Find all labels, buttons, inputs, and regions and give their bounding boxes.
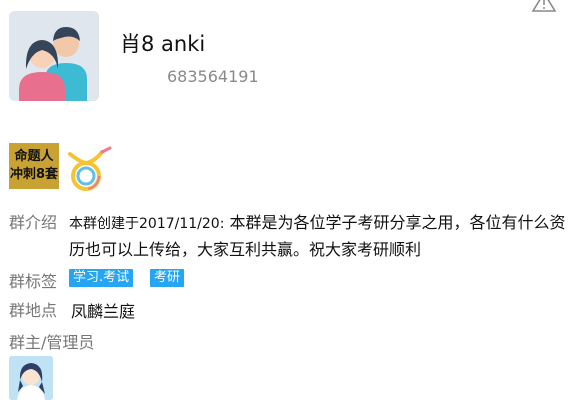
tag-study-exam[interactable]: 学习.考试 [69,269,134,287]
group-album-thumbnail[interactable]: 命题人 冲刺8套 [9,143,59,189]
group-intro-text: 本群创建于2017/11/20: 本群是为各位学子考研分享之用，各位有什么资历也… [69,210,581,263]
album-title-line2: 冲刺8套 [9,167,59,182]
ribbon-sticker-icon[interactable] [64,142,114,192]
admins-label: 群主/管理员 [9,333,95,352]
location-value: 凤麟兰庭 [71,302,136,321]
tag-kaoyan[interactable]: 考研 [150,269,185,287]
group-avatar [9,11,99,101]
warning-icon[interactable] [532,0,556,12]
location-label: 群地点 [9,301,58,320]
anime-avatar-icon [9,356,53,400]
group-people-icon [9,11,99,101]
group-name: 肖8 anki [120,32,206,56]
album-title-line1: 命题人 [14,149,54,164]
admin-avatar[interactable] [9,356,53,400]
intro-prefix: 本群创建于2017/11/20: [69,216,225,232]
intro-label: 群介绍 [9,213,58,232]
tags-label: 群标签 [9,272,58,291]
group-id: 683564191 [167,67,259,86]
